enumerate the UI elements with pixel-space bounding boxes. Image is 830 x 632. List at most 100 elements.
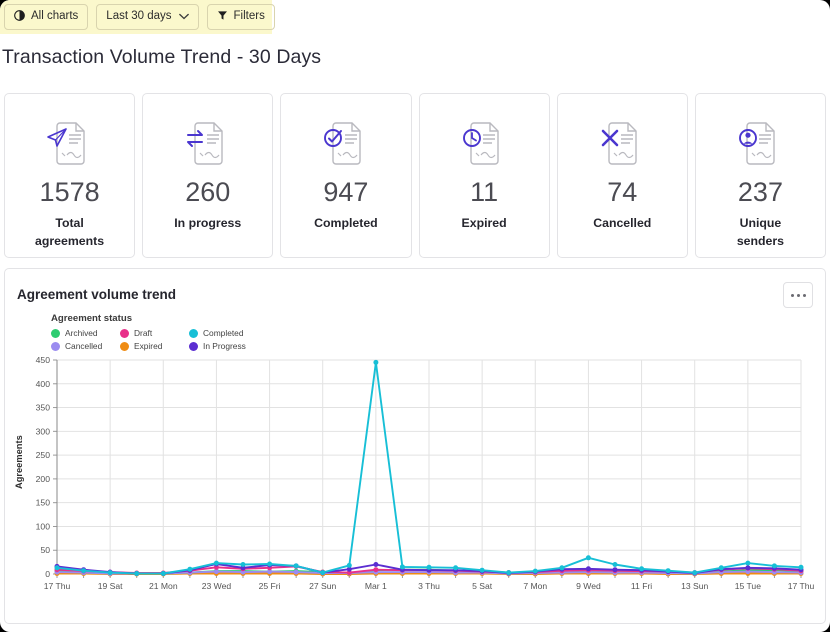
paper-plane-document-icon: [42, 115, 98, 169]
series-point[interactable]: [586, 555, 591, 560]
y-tick-label: 200: [36, 474, 51, 484]
kpi-card-cancelled[interactable]: 74 Cancelled: [557, 93, 688, 258]
series-point[interactable]: [506, 570, 511, 575]
series-point[interactable]: [214, 569, 219, 574]
legend-color-dot: [189, 342, 198, 351]
ellipsis-dot: [791, 294, 794, 297]
kpi-label: Completed: [314, 215, 378, 233]
line-chart: 05010015020025030035040045017 Thu19 Sat2…: [5, 351, 827, 623]
series-point[interactable]: [480, 568, 485, 573]
kpi-label: Unique senders: [714, 215, 806, 251]
legend-item-label: Completed: [203, 328, 244, 338]
legend-item-label: Expired: [134, 341, 162, 351]
series-point[interactable]: [187, 567, 192, 572]
legend-row: Cancelled Expired In Progress: [51, 341, 258, 351]
kpi-card-unique-senders[interactable]: 237 Unique senders: [695, 93, 826, 258]
x-tick-label: 17 Thu: [788, 581, 815, 591]
date-range-dropdown[interactable]: Last 30 days: [96, 4, 198, 30]
kpi-card-total-agreements[interactable]: 1578 Total agreements: [4, 93, 135, 258]
legend-item-expired[interactable]: Expired: [120, 341, 189, 351]
y-tick-label: 0: [45, 569, 50, 579]
series-point[interactable]: [55, 565, 60, 570]
kpi-card-row: 1578 Total agreements 260 In progress: [4, 93, 826, 258]
kpi-label: Total agreements: [24, 215, 116, 251]
series-point[interactable]: [373, 360, 378, 365]
all-charts-button[interactable]: All charts: [4, 4, 88, 30]
legend-item-label: Draft: [134, 328, 152, 338]
y-tick-label: 50: [40, 545, 50, 555]
series-point[interactable]: [373, 562, 378, 567]
series-point[interactable]: [320, 570, 325, 575]
legend-item-label: Cancelled: [65, 341, 102, 351]
more-options-button[interactable]: [783, 282, 813, 308]
series-point[interactable]: [400, 564, 405, 569]
series-point[interactable]: [427, 565, 432, 570]
series-point[interactable]: [533, 569, 538, 574]
legend-title: Agreement status: [51, 313, 258, 324]
x-tick-label: 25 Fri: [259, 581, 281, 591]
series-point[interactable]: [692, 570, 697, 575]
y-tick-label: 450: [36, 355, 51, 365]
all-charts-label: All charts: [31, 11, 78, 23]
legend-item-completed[interactable]: Completed: [189, 328, 258, 338]
series-point[interactable]: [81, 568, 86, 573]
x-mark-document-icon: [594, 115, 650, 169]
legend-color-dot: [189, 329, 198, 338]
series-point[interactable]: [108, 570, 113, 575]
series-point[interactable]: [294, 563, 299, 568]
kpi-value: 237: [738, 179, 783, 206]
legend-item-in-progress[interactable]: In Progress: [189, 341, 258, 351]
series-point[interactable]: [347, 563, 352, 568]
x-tick-label: 17 Thu: [44, 581, 71, 591]
legend-item-draft[interactable]: Draft: [120, 328, 189, 338]
panel-title: Agreement volume trend: [17, 287, 176, 302]
kpi-card-completed[interactable]: 947 Completed: [280, 93, 411, 258]
series-point[interactable]: [214, 561, 219, 566]
funnel-icon: [217, 10, 228, 24]
series-point[interactable]: [613, 562, 618, 567]
series-point[interactable]: [267, 562, 272, 567]
filters-button[interactable]: Filters: [207, 4, 275, 30]
ellipsis-dot: [797, 294, 800, 297]
x-tick-label: 7 Mon: [523, 581, 547, 591]
y-tick-label: 350: [36, 403, 51, 413]
legend-item-archived[interactable]: Archived: [51, 328, 120, 338]
chart-toolbar: All charts Last 30 days Filters: [0, 0, 272, 34]
x-tick-label: 11 Fri: [631, 581, 652, 591]
kpi-card-in-progress[interactable]: 260 In progress: [142, 93, 273, 258]
series-point[interactable]: [241, 562, 246, 567]
series-point[interactable]: [294, 570, 299, 575]
series-point[interactable]: [134, 571, 139, 576]
series-point[interactable]: [719, 565, 724, 570]
series-point[interactable]: [559, 565, 564, 570]
legend-item-cancelled[interactable]: Cancelled: [51, 341, 120, 351]
series-point[interactable]: [161, 571, 166, 576]
y-tick-label: 100: [36, 521, 51, 531]
check-circle-document-icon: [318, 115, 374, 169]
kpi-value: 74: [607, 179, 637, 206]
kpi-value: 260: [185, 179, 230, 206]
chevron-down-icon: [179, 12, 189, 22]
y-tick-label: 150: [36, 498, 51, 508]
series-point[interactable]: [799, 565, 804, 570]
series-point[interactable]: [613, 567, 618, 572]
y-tick-label: 250: [36, 450, 51, 460]
series-point[interactable]: [453, 565, 458, 570]
plot-area: Agreements 05010015020025030035040045017…: [5, 351, 827, 623]
series-point[interactable]: [639, 566, 644, 571]
legend-color-dot: [120, 329, 129, 338]
series-point[interactable]: [373, 567, 378, 572]
date-range-label: Last 30 days: [106, 11, 171, 23]
x-tick-label: 5 Sat: [472, 581, 493, 591]
series-point[interactable]: [772, 563, 777, 568]
series-point[interactable]: [745, 561, 750, 566]
series-point[interactable]: [666, 568, 671, 573]
legend-color-dot: [120, 342, 129, 351]
kpi-value: 11: [470, 179, 498, 206]
kpi-card-expired[interactable]: 11 Expired: [419, 93, 550, 258]
kpi-value: 947: [323, 179, 368, 206]
series-point[interactable]: [745, 565, 750, 570]
x-tick-label: 27 Sun: [309, 581, 336, 591]
dashboard-root: All charts Last 30 days Filters Transact…: [0, 0, 830, 632]
series-point[interactable]: [586, 566, 591, 571]
